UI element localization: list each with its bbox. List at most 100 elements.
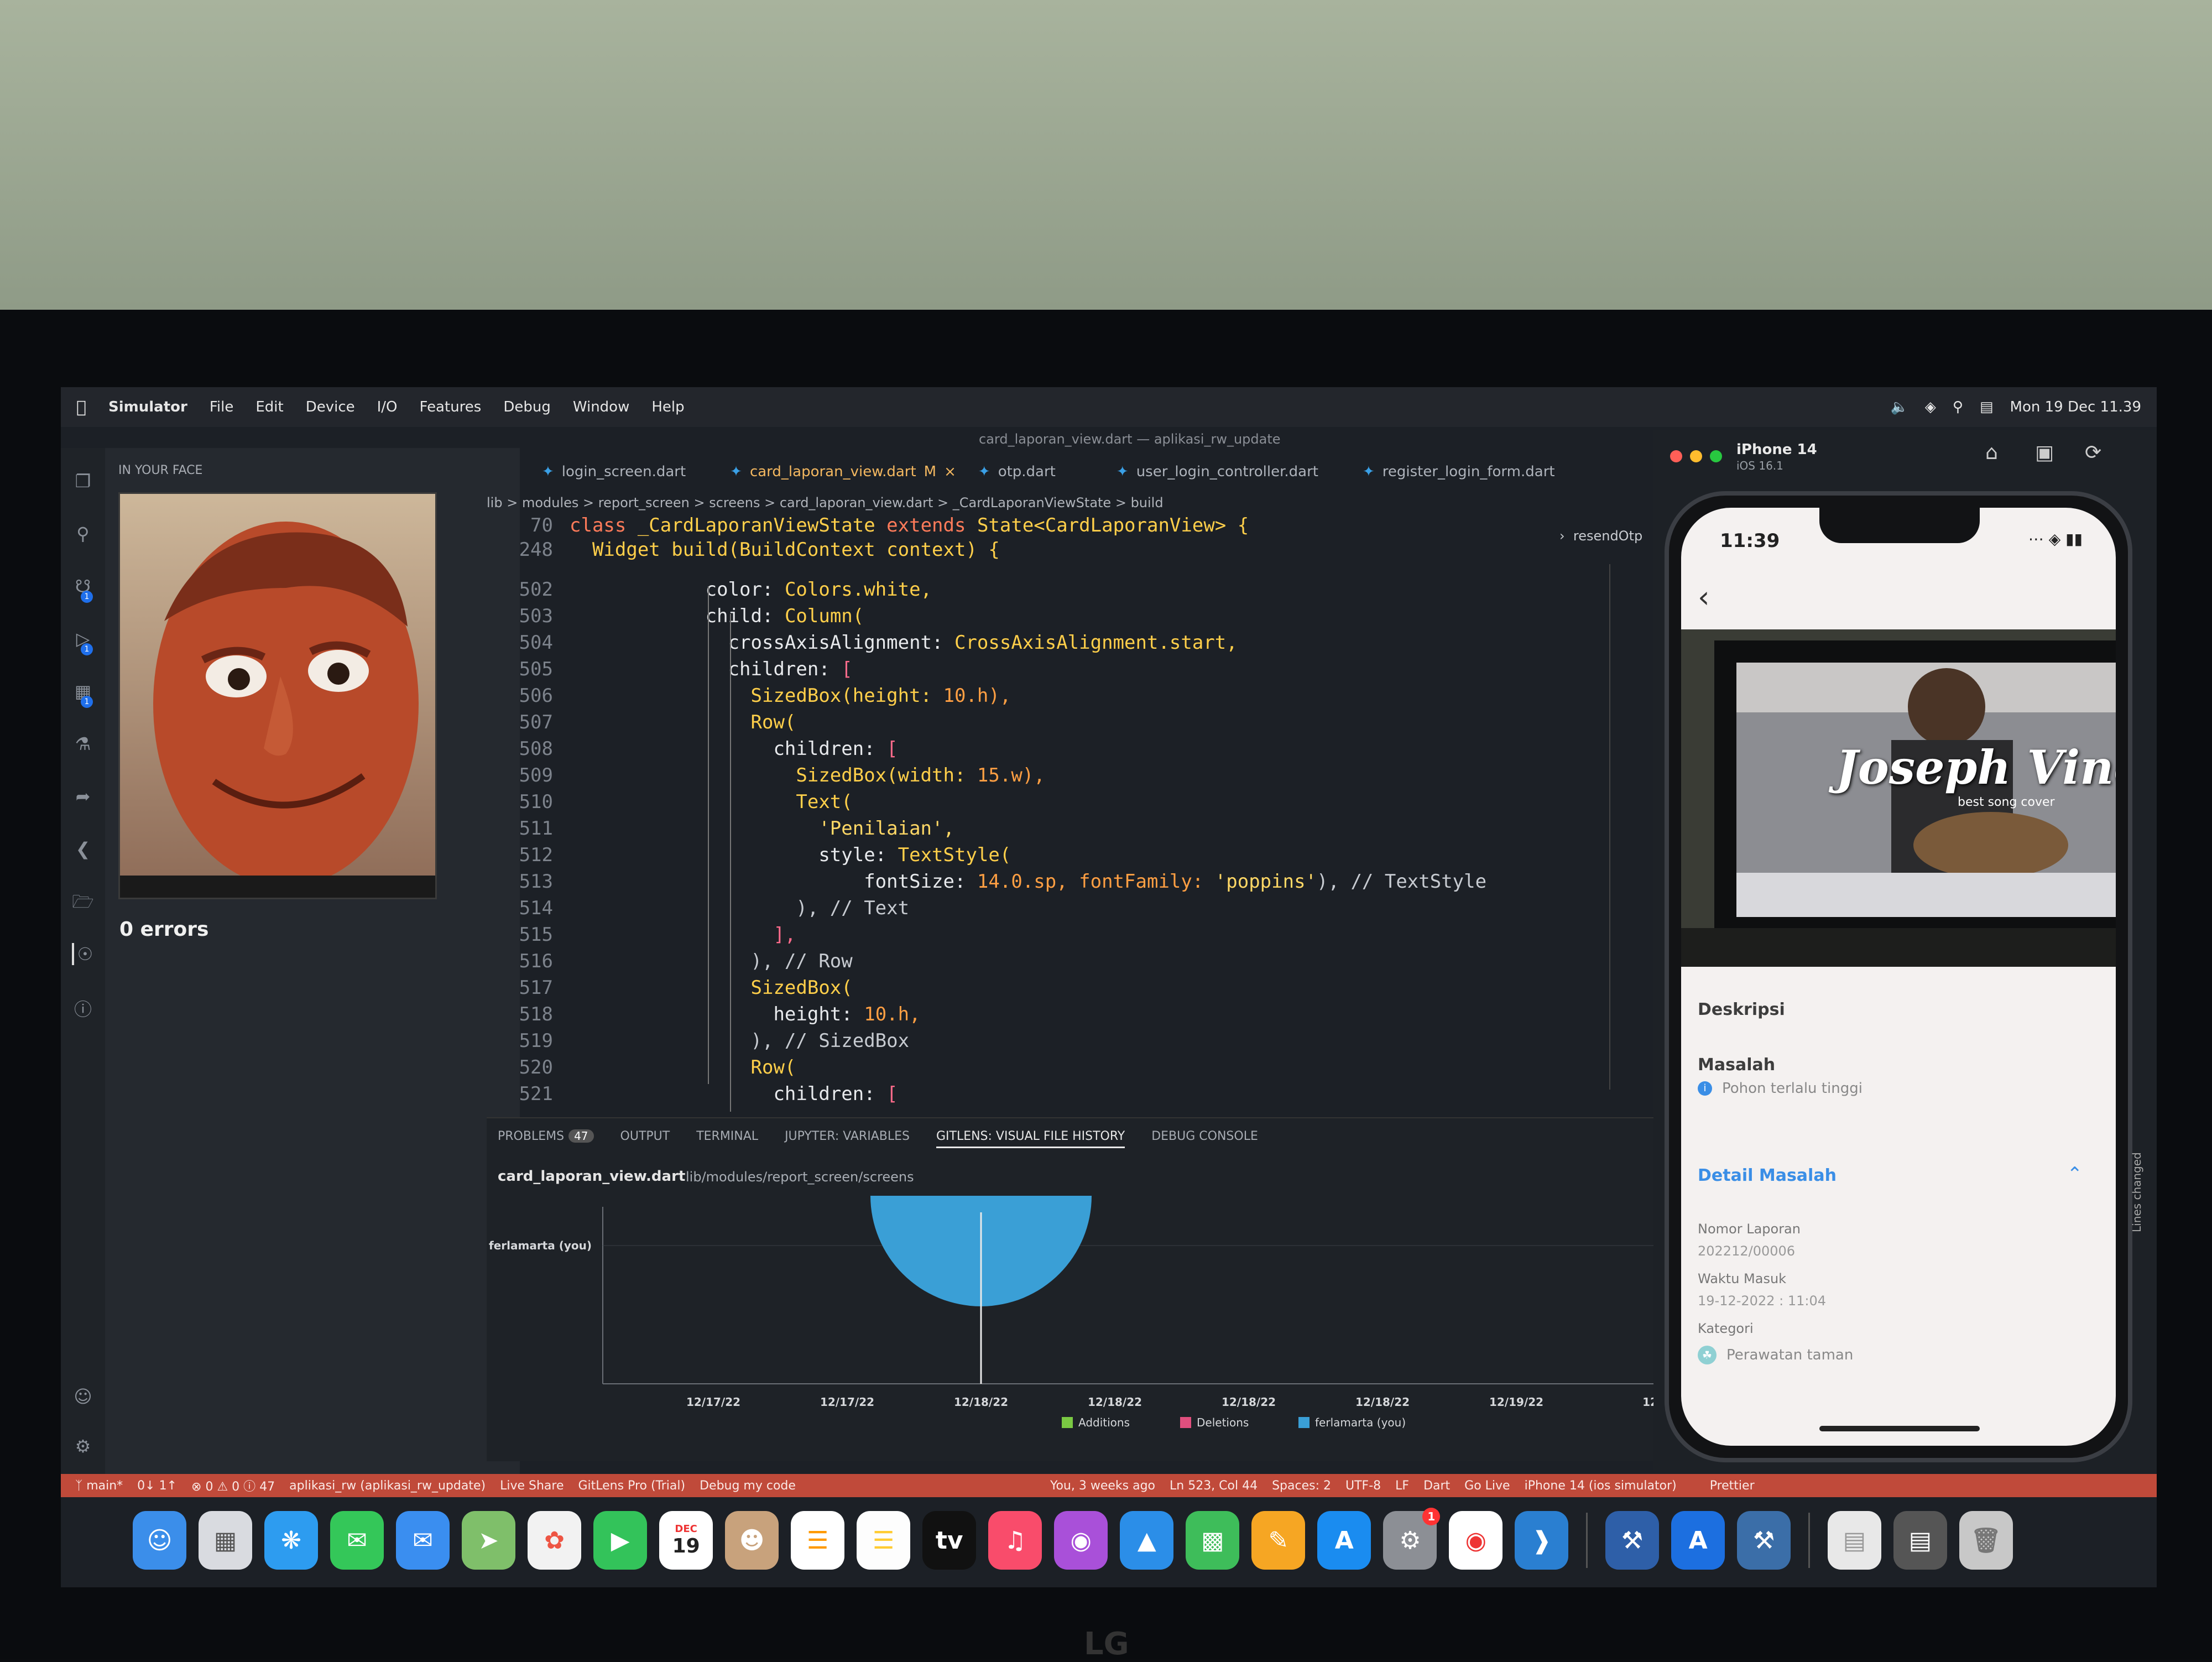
tab-login-screen[interactable]: ✦ login_screen.dart (542, 463, 686, 480)
finder-icon[interactable]: ☺ (133, 1511, 187, 1570)
blame-indicator[interactable]: You, 3 weeks ago (1050, 1479, 1155, 1493)
system-preferences-icon[interactable]: ⚙ 1 (1383, 1508, 1441, 1570)
flutter-icon[interactable]: ❮ (72, 838, 94, 860)
language-indicator[interactable]: Dart (1423, 1479, 1450, 1493)
project-indicator[interactable]: aplikasi_rw (aplikasi_rw_update) (289, 1479, 486, 1493)
facetime-icon[interactable]: ▶ (593, 1511, 648, 1570)
settings-gear-icon[interactable]: ⚙ (72, 1435, 94, 1457)
testing-icon[interactable]: ⚗ (72, 733, 94, 755)
live-share-button[interactable]: Live Share (500, 1479, 564, 1493)
numbers-icon[interactable]: ▩ (1186, 1511, 1240, 1570)
launchpad-icon[interactable]: ▦ (199, 1511, 253, 1570)
live-share-icon[interactable]: ➦ (72, 785, 94, 807)
photos-icon[interactable]: ✿ (528, 1511, 582, 1570)
menu-io[interactable]: I/O (377, 399, 398, 415)
menu-debug[interactable]: Debug (503, 399, 551, 415)
tab-card-laporan-view[interactable]: ✦ card_laporan_view.dart M × (730, 463, 956, 480)
home-indicator[interactable] (1819, 1426, 1980, 1431)
maps-icon[interactable]: ➤ (462, 1511, 516, 1570)
documents-folder-icon[interactable]: ▤ (1827, 1511, 1881, 1570)
dart-file-icon: ✦ (730, 463, 742, 480)
keynote-icon[interactable]: ▲ (1120, 1511, 1174, 1570)
tab-debug-console[interactable]: DEBUG CONSOLE (1151, 1129, 1258, 1148)
branch-indicator[interactable]: ᛉ main* (75, 1479, 123, 1493)
pages-icon[interactable]: ✎ (1251, 1511, 1306, 1570)
prettier-indicator[interactable]: Prettier (1710, 1479, 1755, 1493)
chevron-up-icon[interactable]: ⌃ (2067, 1163, 2083, 1185)
close-window-button[interactable] (1670, 450, 1682, 462)
go-live-button[interactable]: Go Live (1464, 1479, 1510, 1493)
menu-features[interactable]: Features (420, 399, 482, 415)
cursor-position[interactable]: Ln 523, Col 44 (1170, 1479, 1258, 1493)
tab-output[interactable]: OUTPUT (620, 1129, 670, 1148)
app-store-icon[interactable]: A (1317, 1511, 1371, 1570)
gitlens-icon[interactable]: ☉ (72, 943, 96, 965)
encoding-indicator[interactable]: UTF-8 (1345, 1479, 1381, 1493)
safari-icon[interactable]: ❋ (264, 1511, 319, 1570)
volume-icon[interactable]: 🔈 (1891, 399, 1908, 415)
menu-edit[interactable]: Edit (255, 399, 283, 415)
close-icon[interactable]: × (944, 463, 956, 480)
calendar-icon[interactable]: DEC 19 (659, 1511, 713, 1570)
apple-icon[interactable]:  (76, 398, 86, 417)
eol-indicator[interactable]: LF (1395, 1479, 1409, 1493)
folder-icon[interactable]: 🗁 (72, 890, 94, 913)
indentation-indicator[interactable]: Spaces: 2 (1272, 1479, 1331, 1493)
tab-user-login-controller[interactable]: ✦ user_login_controller.dart (1117, 463, 1318, 480)
problems-indicator[interactable]: ⊗ 0 ⚠ 0 ⓘ 47 (191, 1477, 275, 1494)
home-icon[interactable]: ⌂ (1985, 441, 1998, 464)
accounts-icon[interactable]: ☺ (72, 1385, 94, 1408)
masalah-value: Pohon terlalu tinggi (1722, 1080, 1863, 1097)
reminders-icon[interactable]: ☰ (791, 1511, 845, 1570)
screenshot-icon[interactable]: ▣ (2035, 441, 2054, 464)
video-title-overlay: Joseph Vincent (1836, 740, 2116, 795)
breadcrumb[interactable]: lib > modules > report_screen > screens … (487, 495, 1164, 517)
search-icon[interactable]: ⚲ (72, 523, 94, 545)
tab-gitlens-visual-file-history[interactable]: GITLENS: VISUAL FILE HISTORY (936, 1129, 1125, 1148)
gitlens-trial-button[interactable]: GitLens Pro (Trial) (578, 1479, 685, 1493)
mail-icon[interactable]: ✉ (396, 1511, 450, 1570)
simulator-icon[interactable]: ⚒ (1737, 1511, 1791, 1570)
back-chevron-icon[interactable]: ‹ (1698, 580, 1710, 614)
rotate-icon[interactable]: ⟳ (2085, 441, 2101, 464)
sync-indicator[interactable]: 0↓ 1↑ (137, 1479, 177, 1493)
tab-otp[interactable]: ✦ otp.dart (978, 463, 1056, 480)
explorer-icon[interactable]: ❐ (72, 470, 94, 492)
minimize-window-button[interactable] (1690, 450, 1702, 462)
timeline-icon[interactable]: ⓘ (72, 998, 94, 1020)
tab-terminal[interactable]: TERMINAL (696, 1129, 758, 1148)
tab-register-login-form[interactable]: ✦ register_login_form.dart (1363, 463, 1555, 480)
code-editor[interactable]: 70 class _CardLaporanViewState extends St… (487, 514, 1703, 1117)
vscode-icon[interactable]: ❱ (1515, 1511, 1569, 1570)
chrome-icon[interactable]: ◉ (1449, 1511, 1503, 1570)
notes-icon[interactable]: ☰ (857, 1511, 911, 1570)
menu-file[interactable]: File (210, 399, 234, 415)
legend-swatch (1062, 1417, 1073, 1428)
downloads-stack-icon[interactable]: ▤ (1893, 1511, 1947, 1570)
zoom-window-button[interactable] (1710, 450, 1722, 462)
apple-tv-icon[interactable]: tv (922, 1511, 977, 1570)
detail-masalah-header[interactable]: Detail Masalah (1698, 1166, 1837, 1185)
app-store-download-icon[interactable]: A (1671, 1511, 1725, 1570)
menu-app-name[interactable]: Simulator (108, 399, 187, 415)
control-center-icon[interactable]: ▤ (1980, 399, 1994, 415)
wifi-icon[interactable]: ◈ (1925, 399, 1936, 415)
trash-icon[interactable]: 🗑 (1959, 1511, 2013, 1570)
menu-clock[interactable]: Mon 19 Dec 11.39 (2010, 399, 2141, 415)
file-history-chart[interactable]: 12/17/22 12/17/22 12/18/22 12/18/22 12/18/22… (487, 1196, 1714, 1450)
legend-label: Deletions (1197, 1416, 1249, 1429)
xcode-icon[interactable]: ⚒ (1605, 1511, 1660, 1570)
device-indicator[interactable]: iPhone 14 (ios simulator) (1525, 1479, 1677, 1493)
music-icon[interactable]: ♫ (988, 1511, 1042, 1570)
tab-jupyter-variables[interactable]: JUPYTER: VARIABLES (785, 1129, 910, 1148)
tab-problems[interactable]: PROBLEMS 47 (498, 1129, 594, 1148)
menu-help[interactable]: Help (651, 399, 684, 415)
debug-indicator[interactable]: Debug my code (700, 1479, 796, 1493)
menu-window[interactable]: Window (573, 399, 630, 415)
menu-device[interactable]: Device (306, 399, 355, 415)
podcasts-icon[interactable]: ◉ (1054, 1511, 1108, 1570)
contacts-icon[interactable]: ☻ (725, 1511, 779, 1570)
messages-icon[interactable]: ✉ (330, 1511, 384, 1570)
search-icon[interactable]: ⚲ (1953, 399, 1963, 415)
notification-badge: 1 (1422, 1508, 1441, 1525)
